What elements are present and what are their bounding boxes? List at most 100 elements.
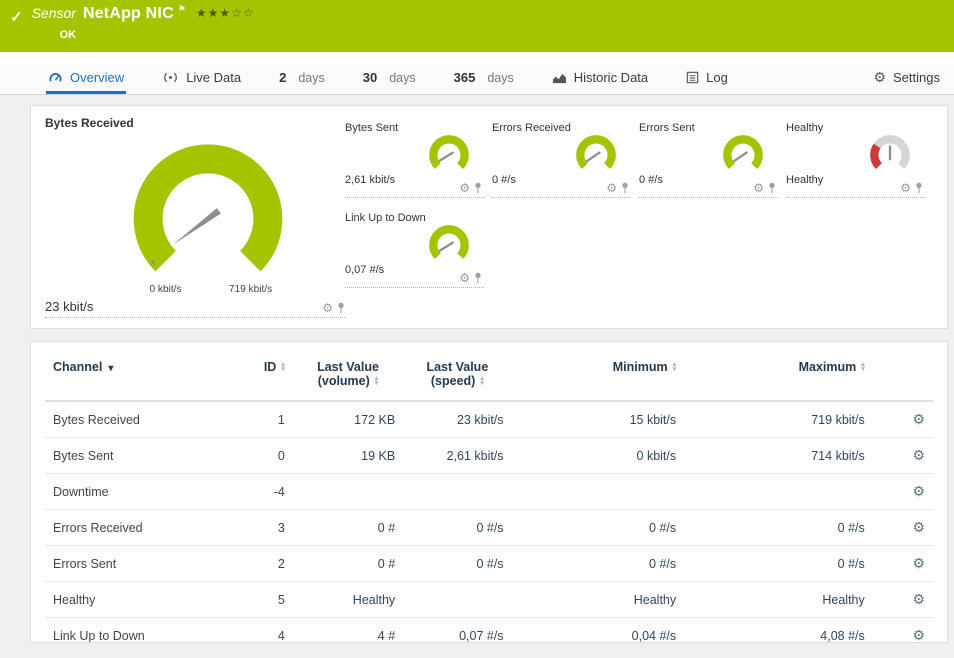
gauge-dial — [426, 222, 472, 268]
cell-channel: Errors Sent — [45, 546, 231, 582]
pin-icon[interactable] — [337, 302, 345, 314]
gauge-settings-icon[interactable]: ⚙ — [322, 302, 333, 314]
gauge-needle — [439, 242, 453, 251]
settings-gear-icon: ⚙ — [873, 69, 886, 86]
gauge-healthy: Healthy Healthy ⚙ — [786, 122, 925, 198]
sort-desc-icon: ▾ — [108, 363, 113, 374]
tab-overview[interactable]: Overview — [46, 64, 126, 94]
gauge-current-value: 0 #/s — [639, 174, 663, 186]
column-header-actions — [873, 346, 933, 401]
channel-settings-icon[interactable]: ⚙ — [912, 591, 925, 607]
tab-historic-data[interactable]: Historic Data — [550, 64, 650, 94]
tab-365-days[interactable]: 365 days — [452, 64, 516, 94]
cell-speed — [403, 582, 511, 618]
gauge-current-value: Healthy — [786, 174, 823, 186]
cell-min: 0,04 #/s — [512, 618, 685, 644]
column-header[interactable]: Minimum▴▾ — [512, 346, 685, 401]
sensor-kind-label: Sensor — [32, 5, 76, 21]
channel-settings-icon[interactable]: ⚙ — [912, 447, 925, 463]
tab-number: 2 — [279, 70, 286, 85]
channel-row[interactable]: Downtime-4⚙ — [45, 474, 933, 510]
channel-settings-icon[interactable]: ⚙ — [912, 483, 925, 499]
channel-table-panel: Channel▾ID▴▾Last Value (volume)▴▾Last Va… — [30, 341, 948, 643]
cell-max — [684, 474, 873, 510]
sort-icon: ▴▾ — [281, 363, 285, 372]
gauges-panel: Bytes Received x̄ 0 kbit/s 719 kbit/s 23… — [30, 105, 948, 329]
cell-max: 0 #/s — [684, 546, 873, 582]
cell-min — [512, 474, 685, 510]
channel-row[interactable]: Link Up to Down44 #0,07 #/s0,04 #/s4,08 … — [45, 618, 933, 644]
sort-icon: ▴▾ — [480, 377, 484, 386]
content-area: Bytes Received x̄ 0 kbit/s 719 kbit/s 23… — [0, 95, 954, 658]
column-header[interactable]: Last Value (volume)▴▾ — [293, 346, 403, 401]
column-header[interactable]: Channel▾ — [45, 346, 231, 401]
tab-unit: days — [487, 71, 513, 85]
cell-volume: 19 KB — [293, 438, 403, 474]
gauge-needle — [171, 208, 221, 247]
gauge-settings-icon[interactable]: ⚙ — [900, 182, 911, 194]
column-header[interactable]: Last Value (speed)▴▾ — [403, 346, 511, 401]
tab-30-days[interactable]: 30 days — [361, 64, 418, 94]
gauge-current-value: 0,07 #/s — [345, 264, 384, 276]
tab-log[interactable]: Log — [684, 64, 730, 94]
pin-icon[interactable] — [768, 182, 776, 194]
channel-row[interactable]: Errors Received30 #0 #/s0 #/s0 #/s⚙ — [45, 510, 933, 546]
cell-speed: 23 kbit/s — [403, 401, 511, 438]
channel-row[interactable]: Bytes Received1172 KB23 kbit/s15 kbit/s7… — [45, 401, 933, 438]
sort-icon: ▴▾ — [673, 363, 677, 372]
cell-actions: ⚙ — [873, 510, 933, 546]
pin-icon[interactable] — [915, 182, 923, 194]
ok-check-icon: ✓ — [10, 8, 23, 26]
channel-row[interactable]: Bytes Sent019 KB2,61 kbit/s0 kbit/s714 k… — [45, 438, 933, 474]
cell-actions: ⚙ — [873, 618, 933, 644]
column-header[interactable]: Maximum▴▾ — [684, 346, 873, 401]
tab-label: Settings — [893, 70, 940, 85]
channel-row[interactable]: Errors Sent20 #0 #/s0 #/s0 #/s⚙ — [45, 546, 933, 582]
gauge-current-value: 0 #/s — [492, 174, 516, 186]
channel-settings-icon[interactable]: ⚙ — [912, 627, 925, 643]
channel-table-body: Bytes Received1172 KB23 kbit/s15 kbit/s7… — [45, 401, 933, 643]
channel-settings-icon[interactable]: ⚙ — [912, 411, 925, 427]
tab-number: 365 — [454, 70, 476, 85]
cell-speed: 2,61 kbit/s — [403, 438, 511, 474]
gauge-dial — [426, 132, 472, 178]
cell-speed — [403, 474, 511, 510]
sensor-title: NetApp NIC — [83, 5, 174, 23]
overview-gauge-icon — [48, 71, 63, 84]
channel-settings-icon[interactable]: ⚙ — [912, 555, 925, 571]
gauge-current-value: 2,61 kbit/s — [345, 174, 395, 186]
cell-actions: ⚙ — [873, 401, 933, 438]
cell-channel: Bytes Sent — [45, 438, 231, 474]
gauge-needle — [586, 152, 600, 161]
cell-max: 4,08 #/s — [684, 618, 873, 644]
column-header[interactable]: ID▴▾ — [231, 346, 293, 401]
cell-actions: ⚙ — [873, 546, 933, 582]
sort-icon: ▴▾ — [861, 363, 865, 372]
average-marker: x̄ — [151, 257, 156, 267]
flag-icon[interactable]: ⚑ — [178, 4, 186, 15]
gauge-settings-icon[interactable]: ⚙ — [459, 272, 470, 284]
pin-icon[interactable] — [474, 182, 482, 194]
cell-max: Healthy — [684, 582, 873, 618]
gauge-max-label: 719 kbit/s — [229, 284, 272, 295]
gauge-settings-icon[interactable]: ⚙ — [459, 182, 470, 194]
gauge-settings-icon[interactable]: ⚙ — [753, 182, 764, 194]
cell-id: 0 — [231, 438, 293, 474]
channel-row[interactable]: Healthy5HealthyHealthyHealthy⚙ — [45, 582, 933, 618]
gauge-dial — [720, 132, 766, 178]
cell-id: 5 — [231, 582, 293, 618]
priority-stars[interactable]: ★★★☆☆ — [196, 6, 255, 20]
gauge-title: Bytes Received — [45, 116, 345, 130]
tab-settings[interactable]: ⚙ Settings — [871, 64, 942, 94]
cell-channel: Healthy — [45, 582, 231, 618]
gauge-settings-icon[interactable]: ⚙ — [606, 182, 617, 194]
tab-live-data[interactable]: Live Data — [160, 64, 243, 94]
cell-id: 2 — [231, 546, 293, 582]
tab-2-days[interactable]: 2 days — [277, 64, 327, 94]
gauge-bytes-sent: Bytes Sent 2,61 kbit/s ⚙ — [345, 122, 484, 198]
cell-id: 4 — [231, 618, 293, 644]
channel-settings-icon[interactable]: ⚙ — [912, 519, 925, 535]
sort-icon: ▴▾ — [375, 377, 379, 386]
pin-icon[interactable] — [474, 272, 482, 284]
pin-icon[interactable] — [621, 182, 629, 194]
